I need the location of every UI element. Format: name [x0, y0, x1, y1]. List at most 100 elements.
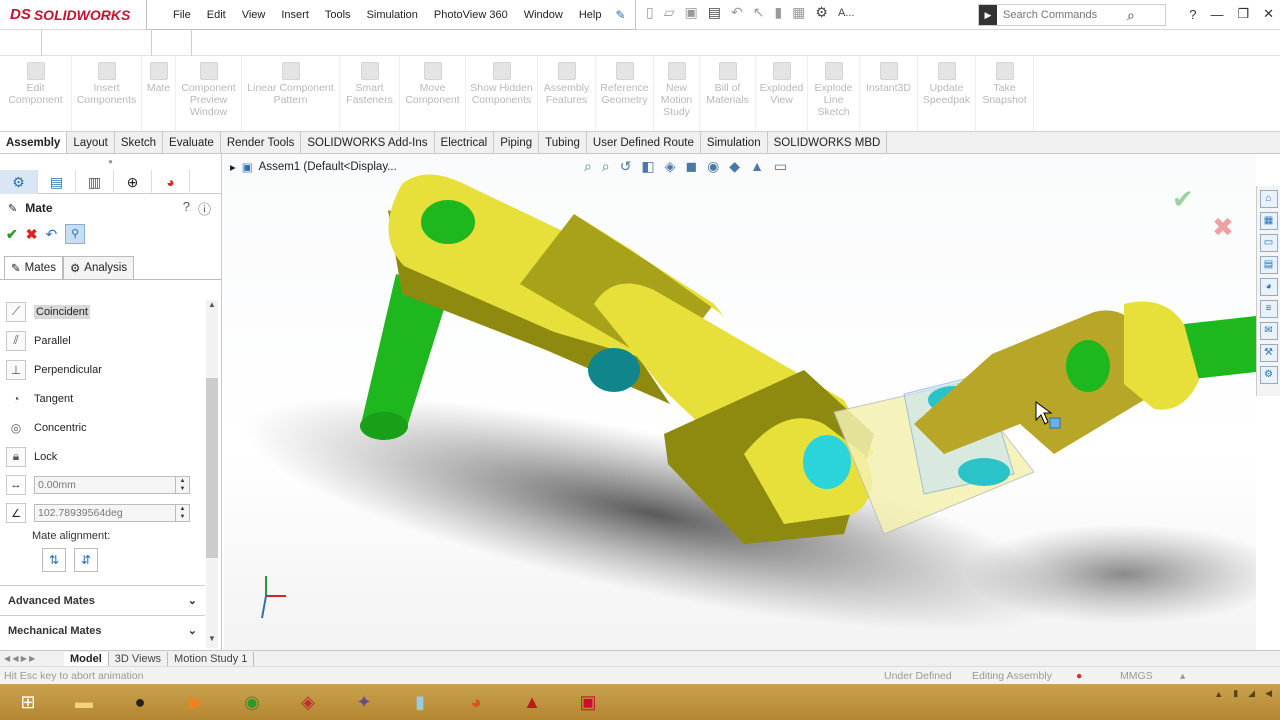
- angle-field[interactable]: 102.78939564deg ▲ ▼: [34, 504, 190, 522]
- insert-components-button[interactable]: Insert Components: [72, 56, 142, 131]
- scroll-down-icon[interactable]: ▼: [206, 634, 218, 648]
- menu-window[interactable]: Window: [516, 9, 571, 21]
- cancel-x-icon[interactable]: ✖: [26, 226, 38, 243]
- tab-addins[interactable]: SOLIDWORKS Add-Ins: [301, 132, 435, 153]
- bill-of-materials-button[interactable]: Bill of Materials: [700, 56, 756, 131]
- menu-photoview[interactable]: PhotoView 360: [426, 9, 516, 21]
- mate-perpendicular[interactable]: ⊥ Perpendicular: [0, 355, 205, 384]
- tab-simulation[interactable]: Simulation: [701, 132, 768, 153]
- anti-aligned-icon[interactable]: ⇵: [74, 548, 98, 572]
- feature-tree-flyout[interactable]: ▸ ▣ Assem1 (Default<Display...: [230, 160, 397, 174]
- chrome-icon[interactable]: ◉: [230, 685, 274, 719]
- print-icon[interactable]: ▤: [708, 4, 721, 21]
- select-icon[interactable]: ↖: [753, 4, 765, 21]
- custom-properties-icon[interactable]: ≡: [1259, 300, 1278, 318]
- tab-mbd[interactable]: SOLIDWORKS MBD: [768, 132, 888, 153]
- scene-icon[interactable]: ▲: [750, 158, 764, 175]
- mate-tangent[interactable]: ◔ Tangent: [0, 384, 205, 413]
- help-circle-icon[interactable]: ⓘ: [198, 199, 211, 218]
- confirm-ok-icon[interactable]: ✔: [1172, 185, 1194, 215]
- menu-insert[interactable]: Insert: [273, 9, 317, 21]
- feature-manager-icon[interactable]: ⚙: [0, 170, 38, 194]
- configuration-manager-icon[interactable]: ▥: [76, 170, 114, 194]
- notepad-icon[interactable]: ▮: [398, 685, 442, 719]
- home-icon[interactable]: ⌂: [1259, 190, 1278, 208]
- search-category-icon[interactable]: ▶: [979, 5, 997, 25]
- search-commands[interactable]: ▶ ⌕: [978, 4, 1166, 26]
- instant3d-button[interactable]: Instant3D: [860, 56, 918, 131]
- undo-icon[interactable]: ↶: [45, 226, 57, 243]
- save-icon[interactable]: ▣: [685, 4, 698, 21]
- tab-analysis[interactable]: ⚙ Analysis: [62, 256, 135, 279]
- move-component-button[interactable]: Move Component: [400, 56, 466, 131]
- menu-help[interactable]: Help: [571, 9, 610, 21]
- display-manager-icon[interactable]: ◕: [152, 170, 190, 194]
- tab-evaluate[interactable]: Evaluate: [163, 132, 221, 153]
- search-input[interactable]: [997, 9, 1127, 21]
- whats-wrong-icon[interactable]: ?: [183, 199, 190, 218]
- mechanical-mates-section[interactable]: Mechanical Mates ⌄: [0, 615, 205, 645]
- menu-edit[interactable]: Edit: [199, 9, 234, 21]
- aligned-icon[interactable]: ⇅: [42, 548, 66, 572]
- view-orientation-icon[interactable]: ◈: [665, 158, 676, 175]
- file-properties-icon[interactable]: ▦: [792, 4, 805, 21]
- file-explorer-icon[interactable]: ▬: [62, 685, 106, 719]
- tab-sketch[interactable]: Sketch: [115, 132, 164, 153]
- view-settings-icon[interactable]: ▭: [774, 158, 787, 175]
- app-icon[interactable]: ◈: [286, 685, 330, 719]
- tray-icon[interactable]: ▮: [1233, 688, 1238, 699]
- tab-mates[interactable]: ✎ Mates: [4, 256, 63, 279]
- exploded-view-button[interactable]: Exploded View: [756, 56, 808, 131]
- restore-button[interactable]: ❐: [1237, 6, 1249, 22]
- tab-user-defined-route[interactable]: User Defined Route: [587, 132, 701, 153]
- status-units[interactable]: MMGS: [1120, 670, 1153, 682]
- design-library-icon[interactable]: ▤: [1259, 256, 1278, 274]
- solidworks-taskbar-icon[interactable]: ▣: [566, 685, 610, 719]
- yellow-clevis-right[interactable]: [914, 301, 1199, 455]
- resources-icon[interactable]: ▦: [1259, 212, 1278, 230]
- player-icon[interactable]: ▶: [174, 685, 218, 719]
- assembly-features-button[interactable]: Assembly Features: [538, 56, 596, 131]
- smart-fasteners-button[interactable]: Smart Fasteners: [340, 56, 400, 131]
- tab-electrical[interactable]: Electrical: [435, 132, 495, 153]
- media-player-icon[interactable]: ●: [118, 685, 162, 719]
- mate-coincident[interactable]: ⟋ Coincident: [0, 297, 205, 326]
- explode-line-sketch-button[interactable]: Explode Line Sketch: [808, 56, 860, 131]
- component-preview-button[interactable]: Component Preview Window: [176, 56, 242, 131]
- dimxpert-icon[interactable]: ⊕: [114, 170, 152, 194]
- routing-icon[interactable]: ⚙: [1259, 366, 1278, 384]
- scroll-thumb[interactable]: [206, 378, 218, 558]
- spin-arrows[interactable]: ▲ ▼: [175, 505, 189, 521]
- scroll-up-icon[interactable]: ▲: [206, 300, 218, 314]
- reference-geometry-button[interactable]: Reference Geometry: [596, 56, 654, 131]
- previous-view-icon[interactable]: ↺: [620, 158, 632, 175]
- advanced-mates-section[interactable]: Advanced Mates ⌄: [0, 585, 205, 615]
- display-style-icon[interactable]: ◼: [685, 158, 697, 175]
- tab-motion-study[interactable]: Motion Study 1: [168, 651, 255, 666]
- tab-assembly[interactable]: Assembly: [0, 132, 68, 153]
- menu-simulation[interactable]: Simulation: [359, 9, 426, 21]
- rebuild-status-icon[interactable]: ●: [1076, 670, 1082, 682]
- take-snapshot-button[interactable]: Take Snapshot: [976, 56, 1034, 131]
- tab-layout[interactable]: Layout: [67, 132, 115, 153]
- forum-icon[interactable]: ✉: [1259, 322, 1278, 340]
- tab-navigation-icon[interactable]: ◀ ◀ ▶ ▶: [0, 654, 64, 663]
- section-view-icon[interactable]: ◧: [641, 158, 654, 175]
- rebuild-icon[interactable]: ▮: [774, 4, 782, 21]
- appearances-icon[interactable]: ◕: [1259, 278, 1278, 296]
- pin-icon[interactable]: ✎: [615, 8, 625, 22]
- tools-icon[interactable]: ⚒: [1259, 344, 1278, 362]
- zoom-to-fit-icon[interactable]: ⌕: [584, 158, 592, 175]
- keep-visible-pin-icon[interactable]: ⚲: [65, 224, 86, 244]
- property-manager-icon[interactable]: ▤: [38, 170, 76, 194]
- minimize-button[interactable]: —: [1210, 7, 1223, 22]
- options-gear-icon[interactable]: ⚙: [815, 4, 828, 21]
- new-document-icon[interactable]: ▯: [646, 4, 654, 21]
- volume-icon[interactable]: ◀: [1265, 688, 1272, 699]
- tab-piping[interactable]: Piping: [494, 132, 540, 153]
- help-icon[interactable]: ?: [1189, 7, 1196, 22]
- tab-model[interactable]: Model: [64, 651, 109, 666]
- ok-check-icon[interactable]: ✔: [6, 226, 18, 243]
- distance-field[interactable]: 0.00mm ▲ ▼: [34, 476, 190, 494]
- solidworks-logo[interactable]: DS SOLIDWORKS: [10, 6, 130, 23]
